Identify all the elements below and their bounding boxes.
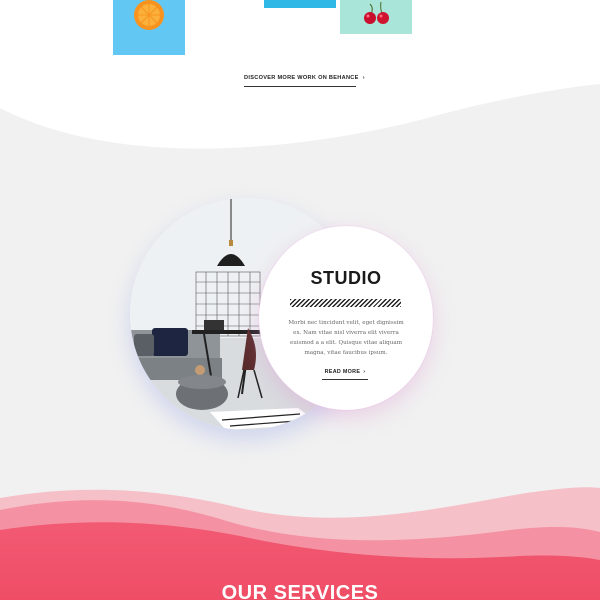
read-more-label: READ MORE [324,369,361,375]
pink-wave-background [0,487,600,600]
cherries-image [364,1,389,24]
studio-description: Morbi nec tincidunt velit, eget dignissi… [288,320,404,356]
orange-slice-image [134,0,164,30]
title-underline-pattern [290,299,401,307]
read-more-button[interactable]: READ MORE › [322,367,368,380]
chevron-right-icon: › [363,369,366,375]
portfolio-tile-teal[interactable] [264,0,336,8]
studio-title: STUDIO [310,268,382,288]
portfolio-tile-orange[interactable] [113,0,185,55]
portfolio-tile-cherries[interactable] [340,0,412,34]
services-heading: OUR SERVICES [221,582,379,604]
